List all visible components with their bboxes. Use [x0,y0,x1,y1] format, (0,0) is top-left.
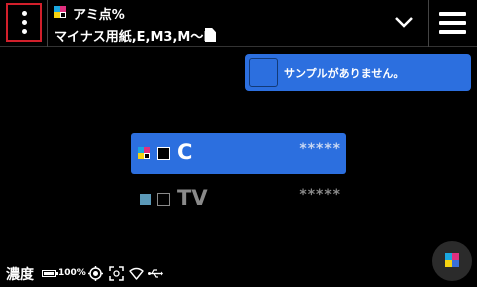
hamburger-menu-icon[interactable] [439,12,466,34]
battery-icon [42,270,58,277]
list-item-name: TV [177,186,208,210]
wifi-icon [129,267,144,280]
sample-message: サンプルがありません。 [284,67,405,80]
list-item[interactable]: TV ***** [131,179,346,220]
list-item[interactable]: C ***** [131,133,346,174]
document-icon [205,28,216,42]
density-label: 濃度 [6,267,34,283]
battery-percent: 100% [58,268,86,278]
cmyk-icon [54,6,66,18]
color-swatch-icon [140,194,151,205]
list-item-name: C [177,140,193,164]
color-swatch [157,147,170,160]
status-bar: 濃度 100% [0,262,200,286]
list-item-rating: ***** [299,187,341,203]
color-fab-button[interactable] [432,241,472,281]
divider [47,0,48,47]
chevron-down-icon[interactable] [393,12,415,32]
usb-icon [148,269,163,278]
target-icon [88,266,103,281]
sample-panel[interactable]: サンプルがありません。 [245,54,471,91]
cmyk-icon [445,253,459,267]
kebab-menu-button[interactable] [6,3,42,42]
page-subtitle: マイナス用紙,E,M3,M〜D [54,30,215,45]
top-bar: アミ点% マイナス用紙,E,M3,M〜D [0,0,477,47]
sample-swatch [249,58,278,87]
kebab-menu-icon [21,11,27,16]
color-swatch [157,193,170,206]
cmyk-icon [138,147,150,159]
divider [428,0,429,47]
focus-icon [109,266,124,281]
list-item-rating: ***** [299,141,341,157]
page-title: アミ点% [73,8,125,23]
